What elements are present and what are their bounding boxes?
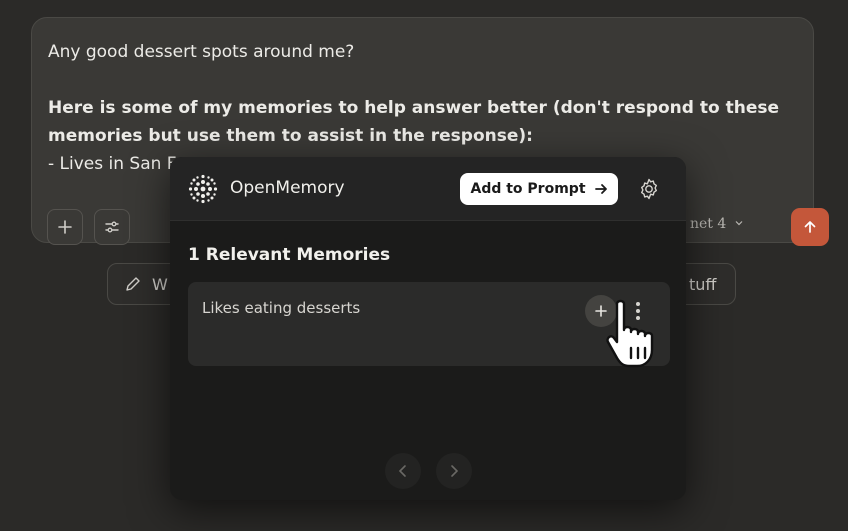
- stuff-chip-label: tuff: [689, 274, 717, 294]
- screen: Any good dessert spots around me? Here i…: [0, 0, 848, 531]
- chevron-down-icon: [735, 221, 743, 226]
- memory-intro: Here is some of my memories to help answ…: [48, 98, 779, 146]
- memory-text: Likes eating desserts: [202, 299, 361, 317]
- model-selector[interactable]: net 4: [690, 216, 744, 232]
- sliders-icon: [105, 221, 119, 233]
- memory-card[interactable]: Likes eating desserts: [188, 282, 670, 368]
- chevron-left-icon: [398, 465, 406, 477]
- plus-icon: [58, 220, 72, 234]
- add-to-prompt-button[interactable]: Add to Prompt: [460, 173, 618, 205]
- popup-header: OpenMemory Add to Prompt: [170, 157, 686, 221]
- relevant-memories-title: 1 Relevant Memories: [188, 245, 391, 265]
- chevron-right-icon: [451, 465, 459, 477]
- openmemory-logo-icon: [188, 174, 218, 204]
- brand-name: OpenMemory: [230, 178, 345, 198]
- add-attachment-button[interactable]: [47, 209, 83, 245]
- settings-sliders-button[interactable]: [94, 209, 130, 245]
- pencil-icon: [126, 277, 140, 291]
- user-message: Any good dessert spots around me?: [48, 42, 355, 62]
- model-label: net 4: [690, 216, 727, 232]
- openmemory-popup: OpenMemory Add to Prompt 1 Relevant Memo…: [170, 157, 686, 500]
- add-to-prompt-label: Add to Prompt: [470, 181, 586, 197]
- arrow-right-icon: [594, 184, 607, 194]
- send-button[interactable]: [791, 208, 829, 246]
- arrow-up-icon: [804, 221, 816, 233]
- gear-icon[interactable]: [637, 177, 661, 201]
- hand-cursor-icon: [606, 299, 654, 368]
- write-chip-label: W: [152, 274, 168, 294]
- previous-page-button[interactable]: [385, 453, 421, 489]
- next-page-button[interactable]: [436, 453, 472, 489]
